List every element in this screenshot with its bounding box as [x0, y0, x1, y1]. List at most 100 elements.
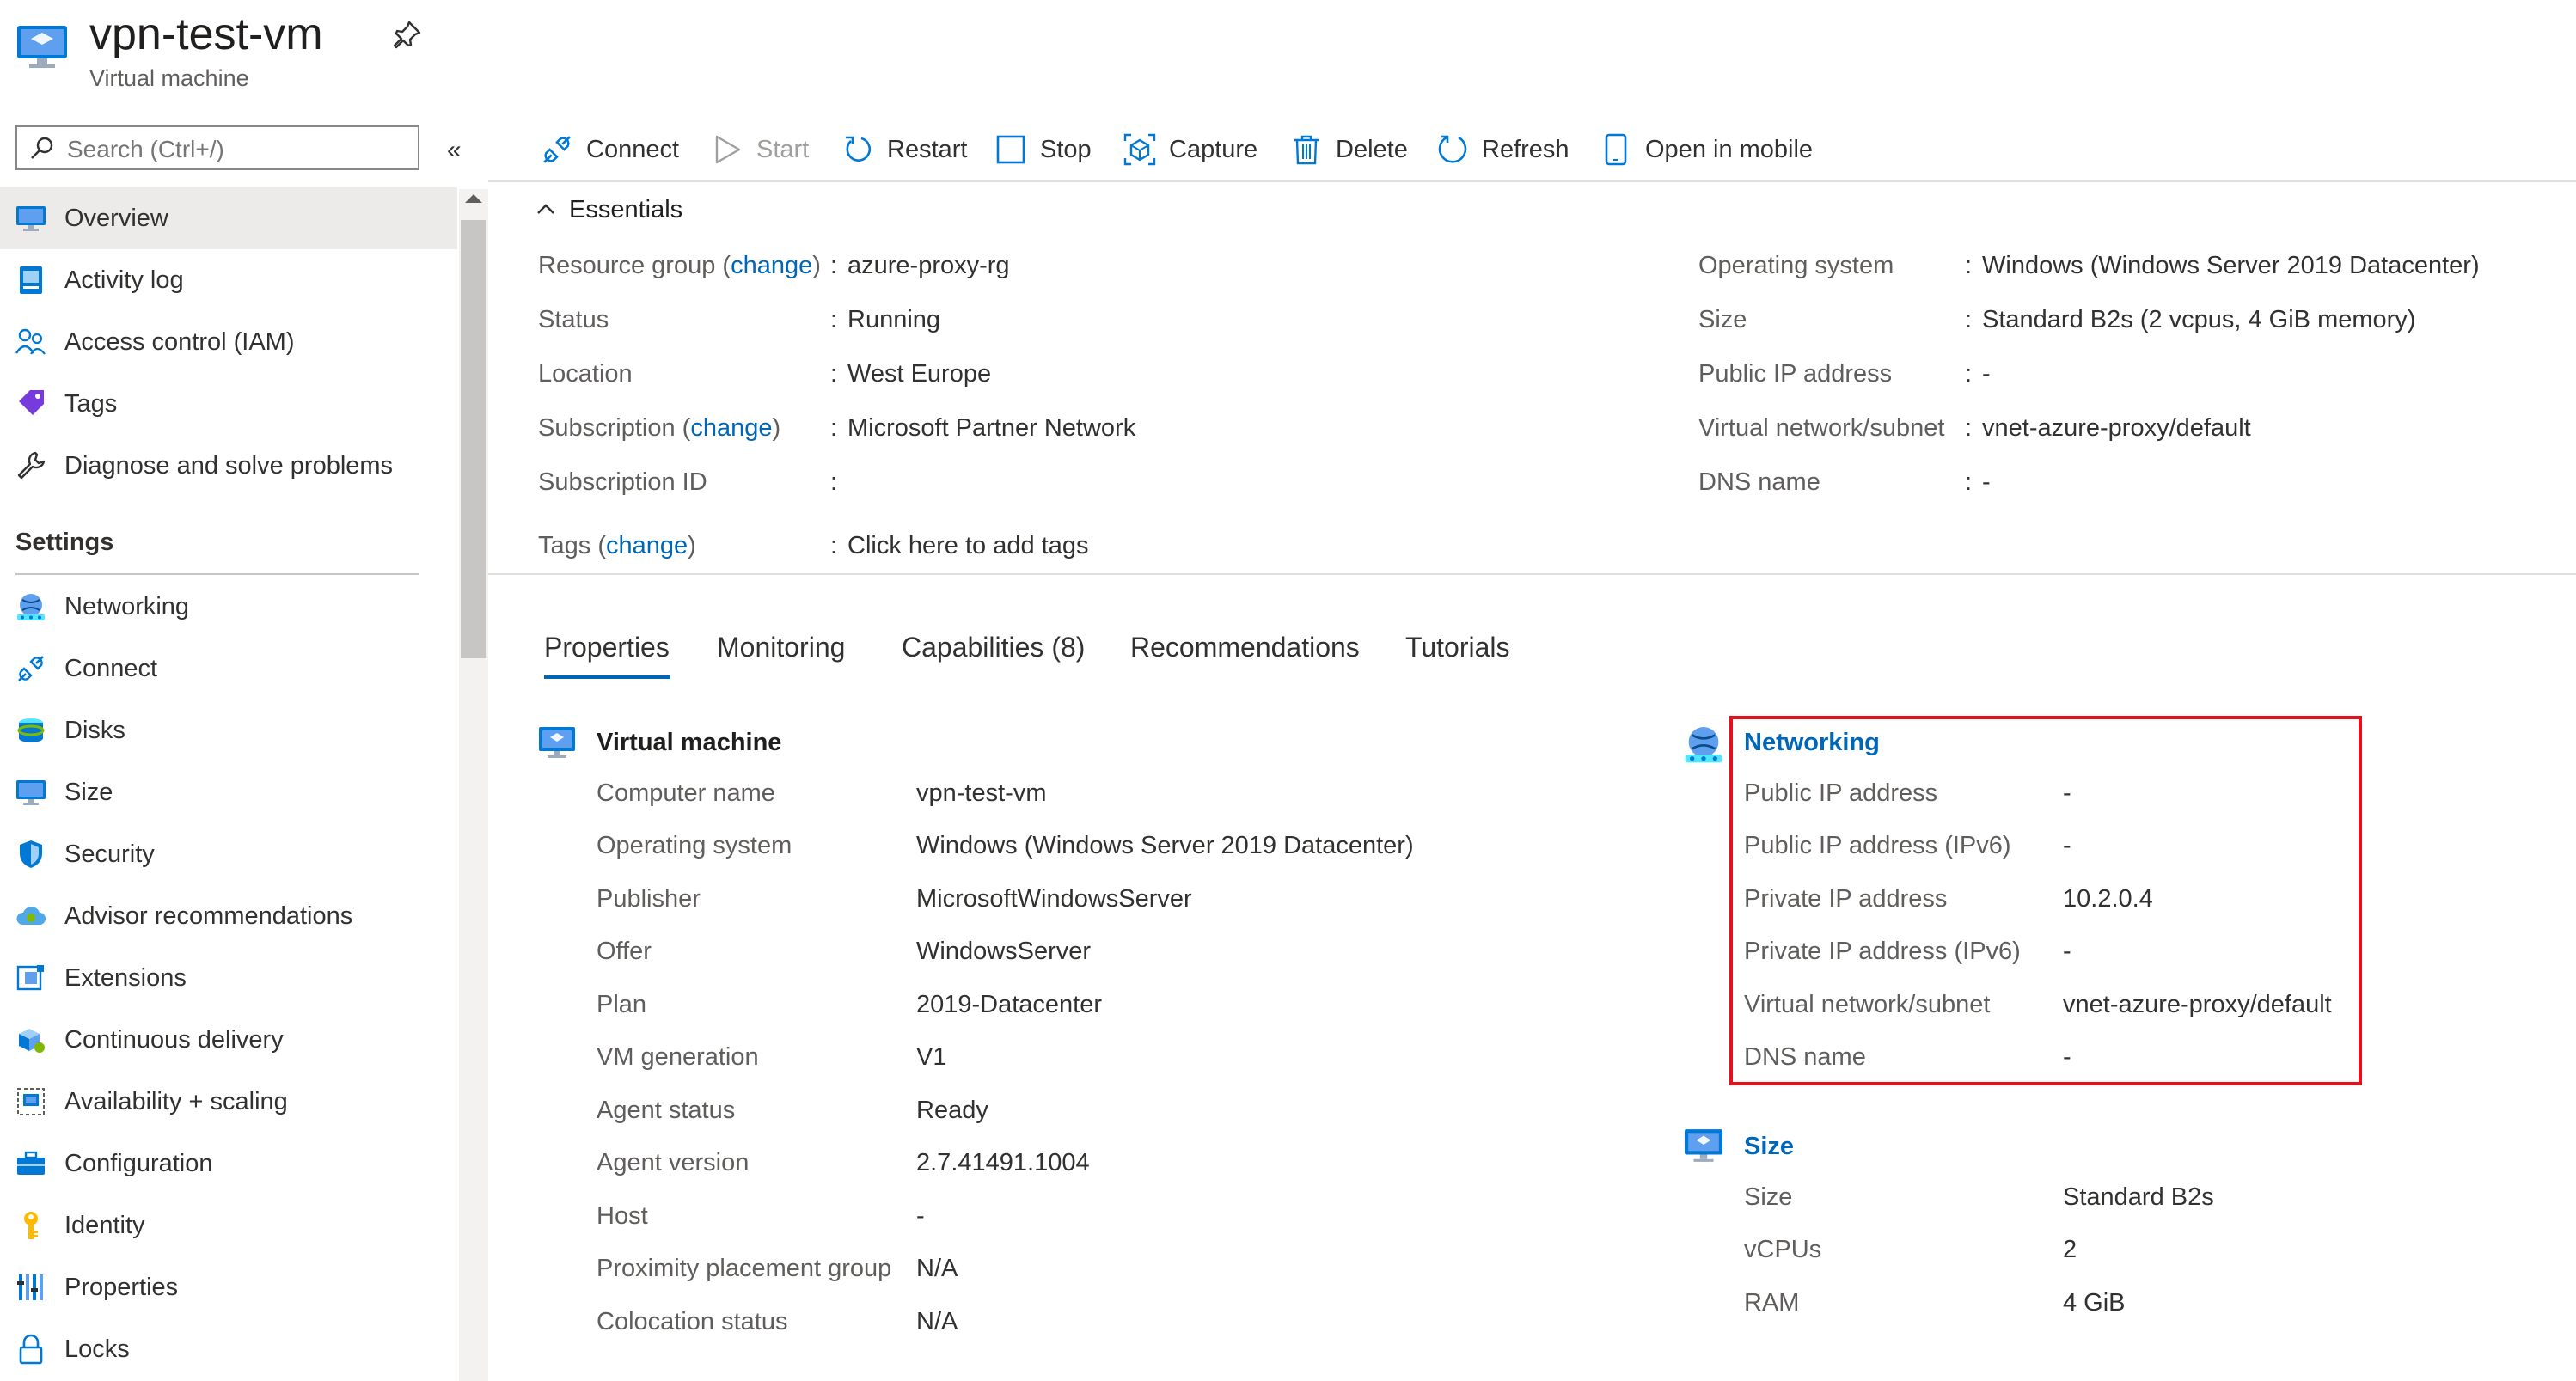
- sidebar-item-tags[interactable]: Tags: [0, 373, 457, 435]
- os-value: Windows (Windows Server 2019 Datacenter): [1982, 252, 2480, 279]
- vm-prop-value: MicrosoftWindowsServer: [916, 885, 1192, 913]
- shield-icon: [15, 839, 46, 870]
- tab-monitoring[interactable]: Monitoring: [717, 632, 845, 663]
- collapse-sidebar-icon[interactable]: «: [447, 136, 462, 165]
- globe-network-icon: [1683, 724, 1724, 769]
- sidebar-item-networking[interactable]: Networking: [0, 576, 457, 638]
- resource-group-change-link[interactable]: change: [731, 252, 812, 279]
- status-value: Running: [847, 306, 941, 333]
- stop-button[interactable]: Stop: [994, 125, 1092, 174]
- sidebar-item-label: Continuous delivery: [64, 1025, 284, 1054]
- restart-button[interactable]: Restart: [841, 125, 967, 174]
- essentials-toggle[interactable]: Essentials: [536, 192, 682, 227]
- sidebar-item-label: Overview: [64, 204, 168, 232]
- vm-prop-label: Proximity placement group: [597, 1255, 892, 1282]
- scaling-icon: [15, 1086, 46, 1117]
- stop-icon: [994, 132, 1028, 167]
- capture-button-label: Capture: [1169, 135, 1258, 163]
- sidebar-item-activity-log[interactable]: Activity log: [0, 249, 457, 311]
- sidebar-item-disks[interactable]: Disks: [0, 700, 457, 761]
- delete-button[interactable]: Delete: [1289, 125, 1408, 174]
- sidebar-item-access-control[interactable]: Access control (IAM): [0, 311, 457, 373]
- sidebar-item-label: Identity: [64, 1211, 145, 1239]
- vm-prop-value: N/A: [916, 1255, 958, 1282]
- monitor-icon: [1683, 1127, 1724, 1168]
- colon: :: [830, 306, 838, 333]
- sidebar-item-label: Activity log: [64, 266, 184, 294]
- subscription-link[interactable]: Microsoft Partner Network: [847, 414, 1135, 443]
- bars-icon: [15, 1272, 46, 1303]
- tab-properties[interactable]: Properties: [544, 632, 670, 663]
- page-title: vpn-test-vm: [89, 9, 323, 59]
- size-prop-label: RAM: [1744, 1289, 1800, 1317]
- sidebar-item-size[interactable]: Size: [0, 761, 457, 823]
- pin-icon[interactable]: [392, 19, 423, 50]
- sidebar-item-configuration[interactable]: Configuration: [0, 1133, 457, 1195]
- divider: [15, 573, 419, 575]
- tab-recommendations[interactable]: Recommendations: [1130, 632, 1360, 663]
- sidebar-item-locks[interactable]: Locks: [0, 1318, 457, 1380]
- tab-tutorials[interactable]: Tutorials: [1405, 632, 1510, 663]
- tags-change-link[interactable]: change: [606, 532, 688, 559]
- vm-prop-label: VM generation: [597, 1043, 759, 1071]
- vm-prop-label: Plan: [597, 991, 647, 1018]
- restart-button-label: Restart: [887, 135, 968, 163]
- subscription-change-link[interactable]: change: [690, 414, 772, 442]
- refresh-button[interactable]: Refresh: [1435, 125, 1569, 174]
- size-group-link[interactable]: Size: [1744, 1133, 1794, 1161]
- sidebar-item-overview[interactable]: Overview: [0, 187, 457, 249]
- start-button[interactable]: Start: [710, 125, 809, 174]
- sidebar-item-label: Diagnose and solve problems: [64, 451, 394, 480]
- scroll-up-icon[interactable]: [465, 194, 482, 203]
- play-icon: [710, 132, 744, 167]
- essentials-label-subscription: Subscription (change): [538, 414, 781, 442]
- sidebar-item-availability[interactable]: Availability + scaling: [0, 1071, 457, 1133]
- vm-prop-value: WindowsServer: [916, 938, 1092, 965]
- monitor-icon: [538, 725, 576, 764]
- colon: :: [1965, 252, 1973, 279]
- sidebar-item-label: Configuration: [64, 1149, 213, 1177]
- mobile-icon: [1599, 132, 1633, 167]
- resource-group-link[interactable]: azure-proxy-rg: [847, 252, 1010, 280]
- lock-icon: [15, 1334, 46, 1365]
- highlight-box: [1729, 716, 2362, 1085]
- capture-button[interactable]: Capture: [1123, 125, 1257, 174]
- essentials-label-resource-group: Resource group (change): [538, 252, 821, 279]
- sidebar-item-identity[interactable]: Identity: [0, 1195, 457, 1256]
- open-in-mobile-button[interactable]: Open in mobile: [1599, 125, 1813, 174]
- sidebar-item-diagnose[interactable]: Diagnose and solve problems: [0, 435, 457, 497]
- search-input[interactable]: [65, 134, 413, 165]
- connect-button[interactable]: Connect: [540, 125, 679, 174]
- sidebar-item-security[interactable]: Security: [0, 823, 457, 885]
- sidebar-item-continuous-delivery[interactable]: Continuous delivery: [0, 1009, 457, 1071]
- vm-prop-value: Ready: [916, 1097, 988, 1124]
- sidebar-item-extensions[interactable]: Extensions: [0, 947, 457, 1009]
- monitor-icon: [15, 777, 46, 808]
- users-icon: [15, 327, 46, 357]
- sidebar-item-label: Properties: [64, 1273, 179, 1301]
- sidebar-item-properties[interactable]: Properties: [0, 1256, 457, 1318]
- essentials-label-os: Operating system: [1698, 252, 1894, 279]
- sidebar-item-label: Size: [64, 778, 113, 806]
- sidebar-item-label: Extensions: [64, 963, 187, 992]
- monitor-icon: [15, 203, 46, 234]
- size-value: Standard B2s (2 vcpus, 4 GiB memory): [1982, 306, 2416, 333]
- cloud-advisor-icon: [15, 901, 46, 932]
- vnet-subnet-link[interactable]: vnet-azure-proxy/default: [1982, 414, 2251, 443]
- sidebar-item-label: Networking: [64, 592, 190, 620]
- sidebar-item-advisor[interactable]: Advisor recommendations: [0, 885, 457, 947]
- search-box[interactable]: [15, 125, 419, 170]
- globe-network-icon: [15, 591, 46, 622]
- add-tags-link[interactable]: Click here to add tags: [847, 532, 1088, 560]
- sidebar-item-connect[interactable]: Connect: [0, 638, 457, 700]
- refresh-button-label: Refresh: [1482, 135, 1569, 163]
- search-icon: [29, 136, 55, 166]
- active-tab-indicator: [544, 675, 670, 679]
- size-prop-label: vCPUs: [1744, 1236, 1822, 1263]
- sidebar-scroll-thumb[interactable]: [461, 220, 486, 658]
- extensions-icon: [15, 962, 46, 993]
- tab-capabilities[interactable]: Capabilities (8): [902, 632, 1085, 663]
- plug-icon: [15, 653, 46, 684]
- size-prop-value: Standard B2s: [2063, 1183, 2214, 1211]
- vm-prop-label: Offer: [597, 938, 652, 965]
